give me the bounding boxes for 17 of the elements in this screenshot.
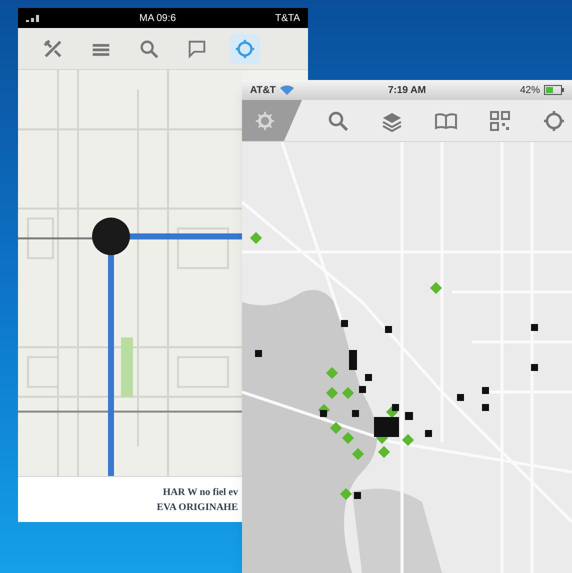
wrench-icon xyxy=(42,38,64,60)
signal-icon xyxy=(26,14,40,22)
footer-text: HAR W no fiel ev xyxy=(162,486,238,500)
carrier-label: AT&T xyxy=(250,84,276,98)
carrier-label: T&TA xyxy=(275,12,300,26)
footer-text: EVA ORIGINAHE xyxy=(156,500,238,514)
locate-icon xyxy=(234,38,256,60)
search-icon xyxy=(138,38,160,60)
battery-label: 42% xyxy=(520,84,540,98)
wifi-icon xyxy=(280,85,294,95)
locate-icon xyxy=(542,108,566,132)
locate-button[interactable] xyxy=(230,34,260,64)
status-time: 7:19 AM xyxy=(388,84,426,98)
qr-code-icon xyxy=(488,108,512,132)
gear-icon xyxy=(254,110,276,132)
status-time: MA 09:6 xyxy=(139,12,176,26)
battery-icon xyxy=(544,85,564,95)
